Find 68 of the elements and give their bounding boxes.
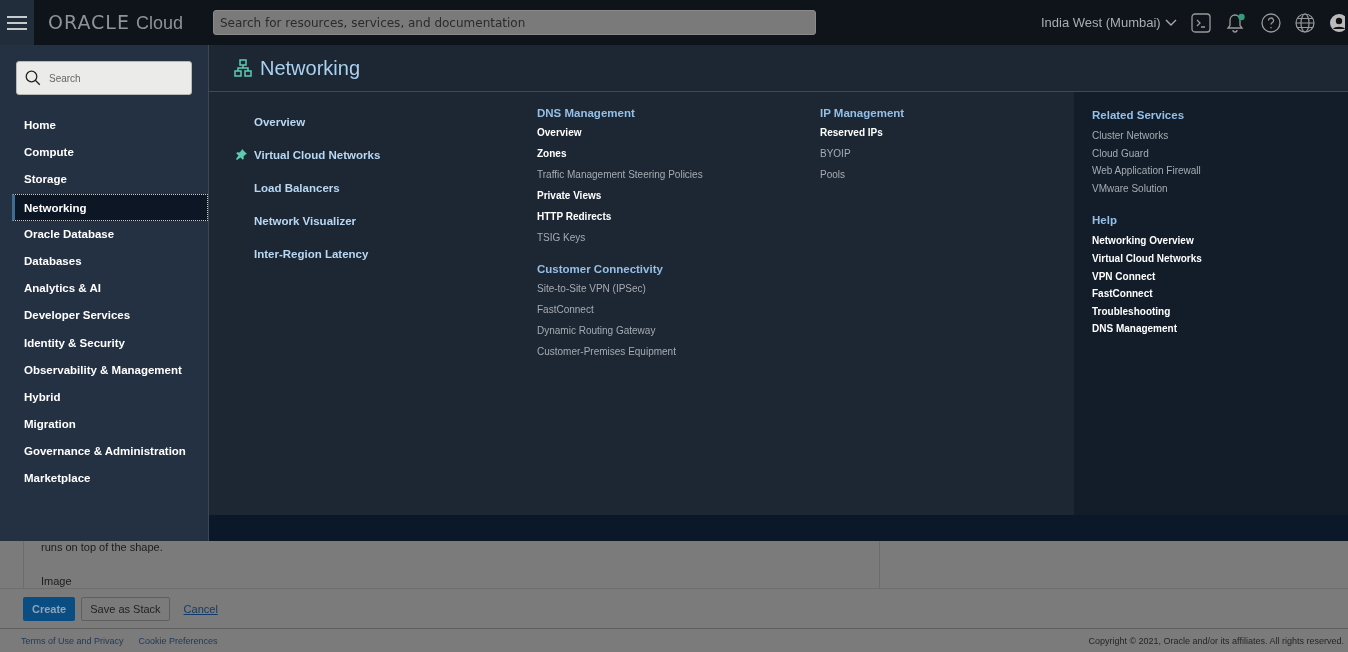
menu-link[interactable]: Inter-Region Latency [254, 247, 369, 260]
menu-link[interactable]: Cloud Guard [1092, 146, 1348, 165]
menu-link[interactable]: Customer-Premises Equipment [537, 345, 820, 366]
sidebar-item[interactable]: Databases [0, 247, 208, 276]
menu-link[interactable]: Traffic Management Steering Policies [537, 168, 820, 189]
body-text: runs on top of the shape. [41, 541, 164, 555]
menu-link[interactable]: Overview [254, 115, 306, 128]
menu-link[interactable]: Networking Overview [1092, 234, 1348, 252]
menu-link[interactable]: BYOIP [820, 147, 1074, 168]
sidebar-item[interactable]: Oracle Database [0, 220, 208, 248]
caret-icon [1164, 18, 1177, 27]
menu-link[interactable]: HTTP Redirects [537, 210, 820, 231]
menu-link[interactable]: Virtual Cloud Networks [254, 148, 381, 161]
section-heading: Related Services [1092, 108, 1186, 123]
product-name: Cloud [135, 13, 183, 34]
brand-logo[interactable]: ORACLE [48, 11, 130, 33]
terminal-icon[interactable] [1190, 12, 1211, 33]
menu-link[interactable]: Private Views [537, 189, 820, 210]
avatar-icon[interactable] [1328, 12, 1345, 33]
search-icon [25, 70, 41, 86]
sidebar-item[interactable]: Networking [12, 193, 208, 221]
section-heading: Customer Connectivity [537, 262, 664, 277]
sidebar-item[interactable]: Observability & Management [0, 356, 208, 384]
menu-link[interactable]: Network Visualizer [254, 214, 357, 227]
sidebar-item[interactable]: Hybrid [0, 383, 208, 412]
pin-icon[interactable] [236, 149, 247, 160]
region-selector[interactable]: India West (Mumbai) [1041, 15, 1177, 30]
network-icon [234, 59, 252, 77]
menu-link[interactable]: TSIG Keys [537, 231, 820, 252]
sidebar-item[interactable]: Developer Services [0, 302, 208, 330]
body-text: Image [41, 575, 73, 589]
sidebar-item[interactable]: Marketplace [0, 465, 208, 493]
menu-link[interactable]: DNS Management [1092, 322, 1348, 340]
menu-link[interactable]: Virtual Cloud Networks [1092, 251, 1348, 270]
menu-link[interactable]: Load Balancers [254, 181, 340, 194]
menu-link[interactable]: FastConnect [1092, 287, 1348, 305]
menu-link[interactable]: VMware Solution [1092, 181, 1348, 200]
sidebar-search-field[interactable]: Search [16, 61, 192, 95]
sidebar-item[interactable]: Home [0, 112, 208, 140]
sidebar-item[interactable]: Identity & Security [0, 329, 208, 357]
sidebar-item[interactable]: Analytics & AI [0, 275, 208, 303]
save-stack-button[interactable]: Save as Stack [81, 596, 170, 621]
search-field[interactable]: Search for resources, services, and documentation [213, 10, 816, 35]
menu-link[interactable]: FastConnect [537, 303, 820, 324]
menu-button[interactable] [0, 0, 34, 45]
sidebar-item[interactable]: Storage [0, 166, 208, 194]
sidebar-item[interactable]: Governance & Administration [0, 438, 208, 466]
menu-link[interactable]: Web Application Firewall [1092, 164, 1348, 182]
menu-link[interactable]: Zones [537, 147, 820, 168]
menu-link[interactable]: Cluster Networks [1092, 129, 1348, 147]
menu-link[interactable]: Troubleshooting [1092, 304, 1348, 323]
menu-link[interactable]: Pools [820, 168, 1074, 189]
copyright-text: Copyright © 2021, Oracle and/or its affiliates. All rights reserved. [1088, 636, 1344, 646]
panel-title: Networking [260, 56, 361, 80]
menu-link[interactable]: Dynamic Routing Gateway [537, 324, 820, 345]
menu-link[interactable]: VPN Connect [1092, 269, 1348, 288]
globe-icon[interactable] [1294, 12, 1315, 33]
menu-link[interactable]: Overview [537, 126, 820, 147]
menu-link[interactable]: Site-to-Site VPN (IPSec) [537, 282, 820, 303]
menu-link[interactable]: Reserved IPs [820, 126, 1074, 147]
help-icon[interactable] [1260, 12, 1281, 33]
bell-icon[interactable] [1224, 12, 1247, 33]
section-heading: IP Management [820, 106, 906, 121]
menu-icon [7, 15, 27, 30]
section-heading: DNS Management [537, 106, 636, 121]
sidebar-item[interactable]: Migration [0, 411, 208, 439]
sidebar-item[interactable]: Compute [0, 139, 208, 167]
section-heading: Help [1092, 213, 1118, 229]
